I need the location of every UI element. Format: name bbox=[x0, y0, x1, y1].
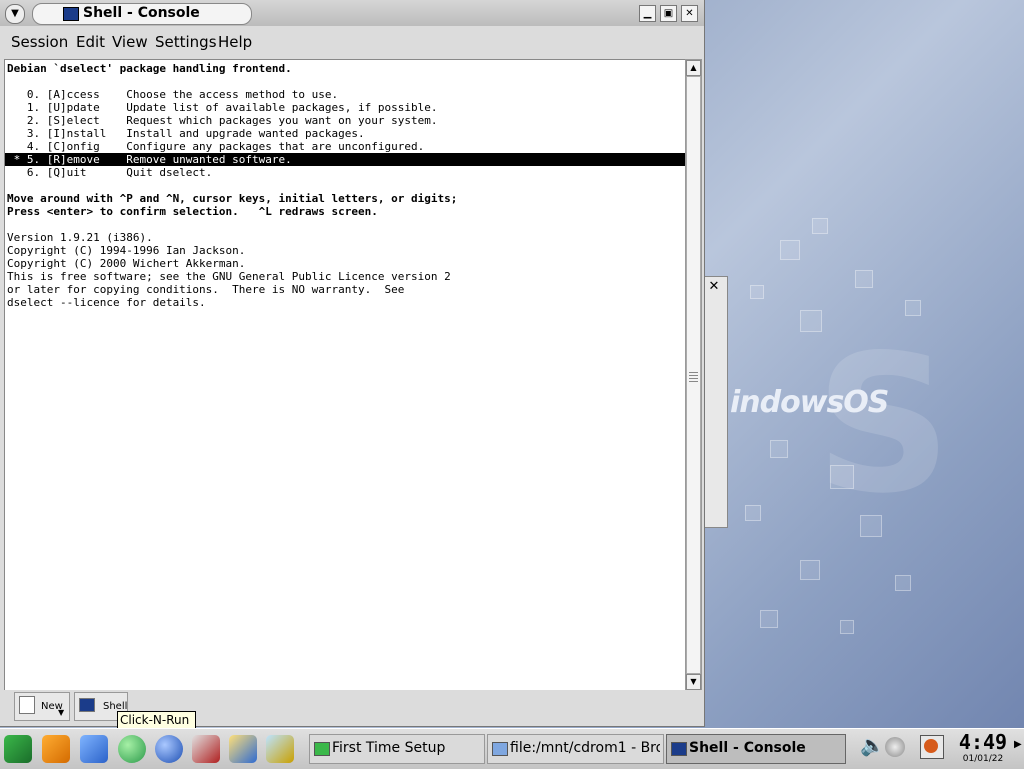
scrollbar-thumb[interactable] bbox=[686, 76, 701, 674]
cube-icon[interactable] bbox=[80, 735, 108, 763]
clock-time: 4:49 bbox=[958, 730, 1008, 754]
life-vest-icon[interactable] bbox=[42, 735, 70, 763]
clock-date: 01/01/22 bbox=[962, 754, 1004, 764]
click-n-run-icon[interactable] bbox=[118, 735, 146, 763]
scrollbar-grip bbox=[689, 372, 698, 384]
deco-square bbox=[905, 300, 921, 316]
deco-square bbox=[750, 285, 764, 299]
terminal-line: Move around with ^P and ^N, cursor keys,… bbox=[7, 192, 458, 205]
menu-option-update[interactable]: 1. [U]pdate Update list of available pac… bbox=[7, 101, 438, 114]
vertical-scrollbar[interactable]: ▲ ▼ bbox=[685, 59, 702, 691]
new-document-icon bbox=[19, 696, 35, 714]
title-pill: Shell - Console bbox=[32, 3, 252, 25]
menu-option-select[interactable]: 2. [S]elect Request which packages you w… bbox=[7, 114, 438, 127]
deco-square bbox=[800, 560, 820, 580]
close-icon[interactable]: ✕ bbox=[706, 279, 722, 295]
scroll-up-button[interactable]: ▲ bbox=[686, 60, 701, 76]
chevron-right-icon[interactable]: ▶ bbox=[1014, 739, 1022, 750]
minimize-button[interactable]: ▁ bbox=[639, 5, 656, 22]
close-button[interactable]: ✕ bbox=[681, 5, 698, 22]
terminal-area[interactable]: Debian `dselect' package handling fronte… bbox=[4, 59, 687, 691]
setup-icon bbox=[314, 742, 330, 756]
menu-help[interactable]: Help bbox=[218, 33, 252, 51]
volume-icon[interactable]: 🔈 bbox=[860, 733, 885, 763]
folder-icon bbox=[492, 742, 508, 756]
task-label: Shell - Console bbox=[689, 740, 806, 756]
deco-square bbox=[830, 465, 854, 489]
terminal-line: This is free software; see the GNU Gener… bbox=[7, 270, 451, 283]
terminal-line: Debian `dselect' package handling fronte… bbox=[7, 62, 292, 75]
logo-watermark: S bbox=[815, 314, 952, 535]
start-menu-icon[interactable] bbox=[4, 735, 32, 763]
runner-icon[interactable] bbox=[229, 735, 257, 763]
menu-session[interactable]: Session bbox=[11, 33, 68, 51]
deco-square bbox=[860, 515, 882, 537]
terminal-line: dselect --licence for details. bbox=[7, 296, 206, 309]
terminal-line: Press <enter> to confirm selection. ^L r… bbox=[7, 205, 378, 218]
menu-view[interactable]: View bbox=[112, 33, 148, 51]
new-session-button[interactable]: New ▼ bbox=[14, 692, 70, 721]
window-menu-button[interactable]: ▼ bbox=[5, 4, 25, 24]
menu-option-remove-selected[interactable]: * 5. [R]emove Remove unwanted software. bbox=[5, 153, 686, 166]
dropdown-arrow-icon[interactable]: ▼ bbox=[58, 708, 64, 717]
menu-settings[interactable]: Settings bbox=[155, 33, 217, 51]
desktop-logo: indowsOS bbox=[730, 385, 889, 420]
task-label: file:/mnt/cdrom1 - Brow bbox=[510, 740, 660, 756]
background-window[interactable]: ✕ bbox=[704, 276, 728, 528]
menu-bar: Session Edit View Settings Help bbox=[0, 26, 704, 58]
title-bar[interactable]: ▼ Shell - Console ▁ ▣ ✕ bbox=[0, 0, 704, 26]
network-icon[interactable] bbox=[885, 737, 905, 757]
globe-icon[interactable] bbox=[155, 735, 183, 763]
deco-square bbox=[840, 620, 854, 634]
deco-square bbox=[895, 575, 911, 591]
deco-square bbox=[855, 270, 873, 288]
terminal-icon bbox=[671, 742, 687, 756]
deco-square bbox=[812, 218, 828, 234]
task-file-browser[interactable]: file:/mnt/cdrom1 - Brow bbox=[487, 734, 664, 764]
menu-edit[interactable]: Edit bbox=[76, 33, 105, 51]
maximize-button[interactable]: ▣ bbox=[660, 5, 677, 22]
deco-square bbox=[760, 610, 778, 628]
menu-option-access[interactable]: 0. [A]ccess Choose the access method to … bbox=[7, 88, 338, 101]
deco-square bbox=[745, 505, 761, 521]
task-shell-console[interactable]: Shell - Console bbox=[666, 734, 846, 764]
taskbar: First Time Setup file:/mnt/cdrom1 - Brow… bbox=[0, 728, 1024, 769]
menu-option-quit[interactable]: 6. [Q]uit Quit dselect. bbox=[7, 166, 212, 179]
terminal-icon bbox=[79, 698, 95, 712]
terminal-icon bbox=[63, 7, 79, 21]
task-first-time-setup[interactable]: First Time Setup bbox=[309, 734, 485, 764]
menu-option-config[interactable]: 4. [C]onfig Configure any packages that … bbox=[7, 140, 424, 153]
terminal-line: or later for copying conditions. There i… bbox=[7, 283, 405, 296]
terminal-line: Version 1.9.21 (i386). bbox=[7, 231, 153, 244]
menu-option-install[interactable]: 3. [I]nstall Install and upgrade wanted … bbox=[7, 127, 365, 140]
window-title: Shell - Console bbox=[83, 5, 200, 21]
console-window: ▼ Shell - Console ▁ ▣ ✕ Session Edit Vie… bbox=[0, 0, 705, 727]
scroll-down-button[interactable]: ▼ bbox=[686, 674, 701, 690]
terminal-line: Copyright (C) 1994-1996 Ian Jackson. bbox=[7, 244, 246, 257]
terminal-line: Copyright (C) 2000 Wichert Akkerman. bbox=[7, 257, 246, 270]
task-label: First Time Setup bbox=[332, 740, 446, 756]
deco-square bbox=[800, 310, 822, 332]
deco-square bbox=[780, 240, 800, 260]
deco-square bbox=[770, 440, 788, 458]
session-tab-bar: New ▼ Shell bbox=[0, 690, 704, 726]
pencil-icon[interactable] bbox=[266, 735, 294, 763]
mail-icon[interactable] bbox=[192, 735, 220, 763]
power-button[interactable] bbox=[920, 735, 944, 759]
clock[interactable]: 4:49 01/01/22 bbox=[956, 731, 1010, 767]
power-icon bbox=[924, 739, 938, 753]
